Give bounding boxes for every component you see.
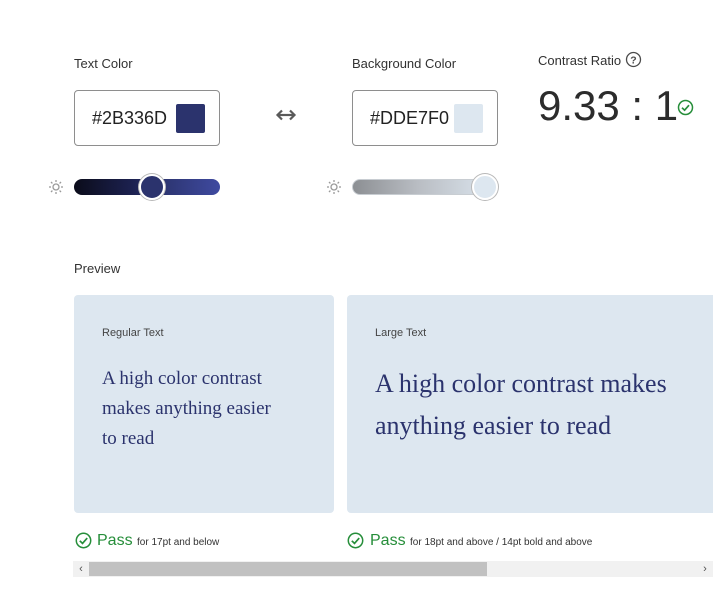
large-text-sample-line-2: anything easier to read [375, 411, 612, 440]
large-text-title: Large Text [375, 327, 427, 339]
text-color-hex-value[interactable]: #2B336D [92, 108, 167, 129]
preview-label: Preview [74, 261, 121, 276]
text-color-label: Text Color [74, 56, 133, 71]
horizontal-scrollbar[interactable]: ‹ › [73, 561, 713, 577]
contrast-ratio-value: 9.33 : 1 [538, 82, 679, 129]
background-color-field[interactable]: #DDE7F0 [352, 90, 498, 146]
contrast-ratio-label: Contrast Ratio [538, 53, 622, 68]
background-color-swatch[interactable] [454, 104, 483, 133]
pass-check-icon [347, 532, 364, 549]
text-color-swatch[interactable] [176, 104, 205, 133]
large-pass-status: Pass [370, 532, 406, 549]
regular-text-sample-line-3: to read [102, 428, 155, 449]
background-brightness-slider-thumb[interactable] [472, 174, 498, 200]
background-color-label: Background Color [352, 56, 457, 71]
sun-icon [49, 180, 63, 194]
scrollbar-thumb[interactable] [89, 562, 487, 576]
regular-text-sample-line-1: A high color contrast [102, 368, 262, 389]
large-text-sample-line-1: A high color contrast makes [375, 369, 667, 398]
background-color-hex-value[interactable]: #DDE7F0 [370, 108, 449, 129]
regular-pass-status: Pass [97, 532, 133, 549]
svg-text:?: ? [630, 54, 636, 66]
regular-text-title: Regular Text [102, 327, 164, 339]
regular-text-sample-line-2: makes anything easier [102, 398, 271, 419]
sun-icon [327, 180, 341, 194]
text-brightness-slider-thumb[interactable] [138, 174, 165, 200]
large-pass-note: for 18pt and above / 14pt bold and above [410, 537, 593, 548]
check-circle-icon [677, 99, 694, 116]
text-color-field[interactable]: #2B336D [74, 90, 220, 146]
regular-text-preview-card: Regular Text A high color contrast makes… [74, 295, 334, 513]
scroll-right-arrow-icon[interactable]: › [697, 561, 713, 577]
question-circle-icon[interactable]: ? [625, 51, 642, 68]
large-text-preview-card: Large Text A high color contrast makes a… [347, 295, 713, 513]
scroll-left-arrow-icon[interactable]: ‹ [73, 561, 89, 577]
regular-pass-note: for 17pt and below [137, 537, 220, 548]
pass-check-icon [75, 532, 92, 549]
swap-arrows-icon[interactable] [275, 106, 297, 124]
